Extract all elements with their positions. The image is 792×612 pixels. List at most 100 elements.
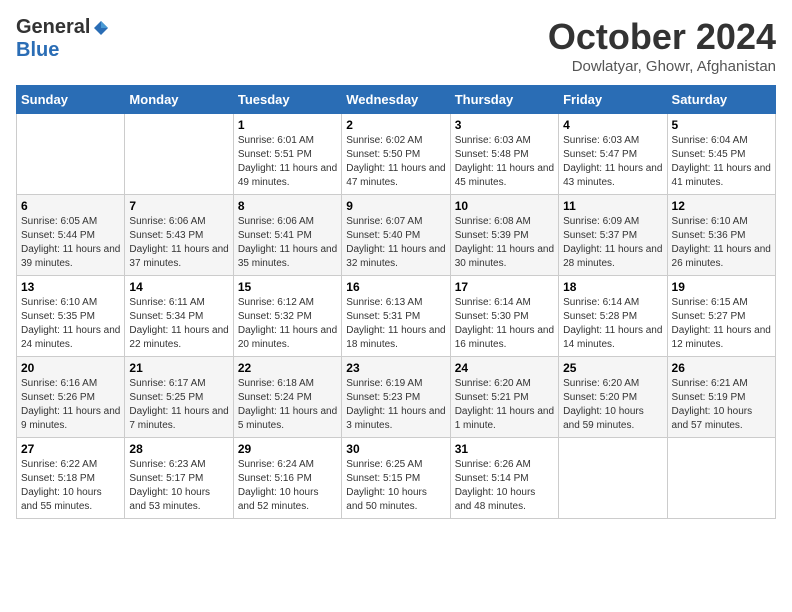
day-info: Sunrise: 6:11 AMSunset: 5:34 PMDaylight:… [129,297,228,350]
week-row-3: 13 Sunrise: 6:10 AMSunset: 5:35 PMDaylig… [17,276,776,357]
day-info: Sunrise: 6:17 AMSunset: 5:25 PMDaylight:… [129,378,228,431]
week-row-5: 27 Sunrise: 6:22 AMSunset: 5:18 PMDaylig… [17,438,776,519]
day-number: 6 [21,199,120,213]
day-number: 9 [346,199,445,213]
day-number: 26 [672,361,771,375]
day-info: Sunrise: 6:20 AMSunset: 5:21 PMDaylight:… [455,378,554,431]
day-info: Sunrise: 6:13 AMSunset: 5:31 PMDaylight:… [346,297,445,350]
day-info: Sunrise: 6:06 AMSunset: 5:41 PMDaylight:… [238,216,337,269]
day-number: 21 [129,361,228,375]
day-cell: 8 Sunrise: 6:06 AMSunset: 5:41 PMDayligh… [233,195,341,276]
day-number: 27 [21,442,120,456]
day-number: 30 [346,442,445,456]
day-info: Sunrise: 6:10 AMSunset: 5:35 PMDaylight:… [21,297,120,350]
day-info: Sunrise: 6:15 AMSunset: 5:27 PMDaylight:… [672,297,771,350]
day-header-saturday: Saturday [667,86,775,114]
location-title: Dowlatyar, Ghowr, Afghanistan [548,58,776,75]
day-number: 29 [238,442,337,456]
day-cell: 27 Sunrise: 6:22 AMSunset: 5:18 PMDaylig… [17,438,125,519]
week-row-2: 6 Sunrise: 6:05 AMSunset: 5:44 PMDayligh… [17,195,776,276]
day-number: 12 [672,199,771,213]
day-number: 16 [346,280,445,294]
day-cell: 29 Sunrise: 6:24 AMSunset: 5:16 PMDaylig… [233,438,341,519]
day-info: Sunrise: 6:18 AMSunset: 5:24 PMDaylight:… [238,378,337,431]
day-cell: 30 Sunrise: 6:25 AMSunset: 5:15 PMDaylig… [342,438,450,519]
day-info: Sunrise: 6:25 AMSunset: 5:15 PMDaylight:… [346,459,427,512]
day-cell: 31 Sunrise: 6:26 AMSunset: 5:14 PMDaylig… [450,438,558,519]
day-info: Sunrise: 6:09 AMSunset: 5:37 PMDaylight:… [563,216,662,269]
day-number: 15 [238,280,337,294]
day-number: 1 [238,118,337,132]
day-cell: 16 Sunrise: 6:13 AMSunset: 5:31 PMDaylig… [342,276,450,357]
day-info: Sunrise: 6:12 AMSunset: 5:32 PMDaylight:… [238,297,337,350]
day-cell [667,438,775,519]
day-info: Sunrise: 6:16 AMSunset: 5:26 PMDaylight:… [21,378,120,431]
day-cell: 21 Sunrise: 6:17 AMSunset: 5:25 PMDaylig… [125,357,233,438]
day-cell: 25 Sunrise: 6:20 AMSunset: 5:20 PMDaylig… [559,357,667,438]
page-header: General Blue October 2024 Dowlatyar, Gho… [16,16,776,75]
day-number: 22 [238,361,337,375]
day-cell: 5 Sunrise: 6:04 AMSunset: 5:45 PMDayligh… [667,114,775,195]
day-info: Sunrise: 6:14 AMSunset: 5:28 PMDaylight:… [563,297,662,350]
day-cell: 14 Sunrise: 6:11 AMSunset: 5:34 PMDaylig… [125,276,233,357]
day-cell: 11 Sunrise: 6:09 AMSunset: 5:37 PMDaylig… [559,195,667,276]
day-info: Sunrise: 6:06 AMSunset: 5:43 PMDaylight:… [129,216,228,269]
day-cell: 19 Sunrise: 6:15 AMSunset: 5:27 PMDaylig… [667,276,775,357]
day-cell: 7 Sunrise: 6:06 AMSunset: 5:43 PMDayligh… [125,195,233,276]
logo-icon [92,19,110,37]
day-header-friday: Friday [559,86,667,114]
day-header-wednesday: Wednesday [342,86,450,114]
day-number: 11 [563,199,662,213]
day-number: 5 [672,118,771,132]
day-info: Sunrise: 6:03 AMSunset: 5:47 PMDaylight:… [563,135,662,188]
day-cell: 26 Sunrise: 6:21 AMSunset: 5:19 PMDaylig… [667,357,775,438]
day-number: 25 [563,361,662,375]
day-info: Sunrise: 6:02 AMSunset: 5:50 PMDaylight:… [346,135,445,188]
day-number: 8 [238,199,337,213]
day-info: Sunrise: 6:08 AMSunset: 5:39 PMDaylight:… [455,216,554,269]
day-cell [17,114,125,195]
day-info: Sunrise: 6:24 AMSunset: 5:16 PMDaylight:… [238,459,319,512]
logo-general: General [16,16,90,39]
day-info: Sunrise: 6:22 AMSunset: 5:18 PMDaylight:… [21,459,102,512]
day-number: 31 [455,442,554,456]
day-info: Sunrise: 6:07 AMSunset: 5:40 PMDaylight:… [346,216,445,269]
day-info: Sunrise: 6:04 AMSunset: 5:45 PMDaylight:… [672,135,771,188]
day-cell: 22 Sunrise: 6:18 AMSunset: 5:24 PMDaylig… [233,357,341,438]
day-cell: 12 Sunrise: 6:10 AMSunset: 5:36 PMDaylig… [667,195,775,276]
logo: General Blue [16,16,110,62]
day-info: Sunrise: 6:05 AMSunset: 5:44 PMDaylight:… [21,216,120,269]
day-number: 18 [563,280,662,294]
day-info: Sunrise: 6:01 AMSunset: 5:51 PMDaylight:… [238,135,337,188]
day-info: Sunrise: 6:20 AMSunset: 5:20 PMDaylight:… [563,378,644,431]
day-header-tuesday: Tuesday [233,86,341,114]
day-cell: 4 Sunrise: 6:03 AMSunset: 5:47 PMDayligh… [559,114,667,195]
day-number: 20 [21,361,120,375]
day-number: 19 [672,280,771,294]
day-cell: 20 Sunrise: 6:16 AMSunset: 5:26 PMDaylig… [17,357,125,438]
header-row: SundayMondayTuesdayWednesdayThursdayFrid… [17,86,776,114]
day-info: Sunrise: 6:19 AMSunset: 5:23 PMDaylight:… [346,378,445,431]
day-info: Sunrise: 6:03 AMSunset: 5:48 PMDaylight:… [455,135,554,188]
day-cell: 10 Sunrise: 6:08 AMSunset: 5:39 PMDaylig… [450,195,558,276]
day-number: 23 [346,361,445,375]
day-header-sunday: Sunday [17,86,125,114]
week-row-4: 20 Sunrise: 6:16 AMSunset: 5:26 PMDaylig… [17,357,776,438]
day-info: Sunrise: 6:14 AMSunset: 5:30 PMDaylight:… [455,297,554,350]
day-cell: 9 Sunrise: 6:07 AMSunset: 5:40 PMDayligh… [342,195,450,276]
day-cell: 6 Sunrise: 6:05 AMSunset: 5:44 PMDayligh… [17,195,125,276]
title-block: October 2024 Dowlatyar, Ghowr, Afghanist… [548,16,776,75]
logo-blue: Blue [16,39,59,61]
day-info: Sunrise: 6:21 AMSunset: 5:19 PMDaylight:… [672,378,753,431]
day-number: 7 [129,199,228,213]
day-info: Sunrise: 6:26 AMSunset: 5:14 PMDaylight:… [455,459,536,512]
day-cell [559,438,667,519]
day-cell: 18 Sunrise: 6:14 AMSunset: 5:28 PMDaylig… [559,276,667,357]
day-number: 3 [455,118,554,132]
day-number: 24 [455,361,554,375]
day-header-monday: Monday [125,86,233,114]
day-cell: 17 Sunrise: 6:14 AMSunset: 5:30 PMDaylig… [450,276,558,357]
day-cell [125,114,233,195]
week-row-1: 1 Sunrise: 6:01 AMSunset: 5:51 PMDayligh… [17,114,776,195]
day-cell: 1 Sunrise: 6:01 AMSunset: 5:51 PMDayligh… [233,114,341,195]
